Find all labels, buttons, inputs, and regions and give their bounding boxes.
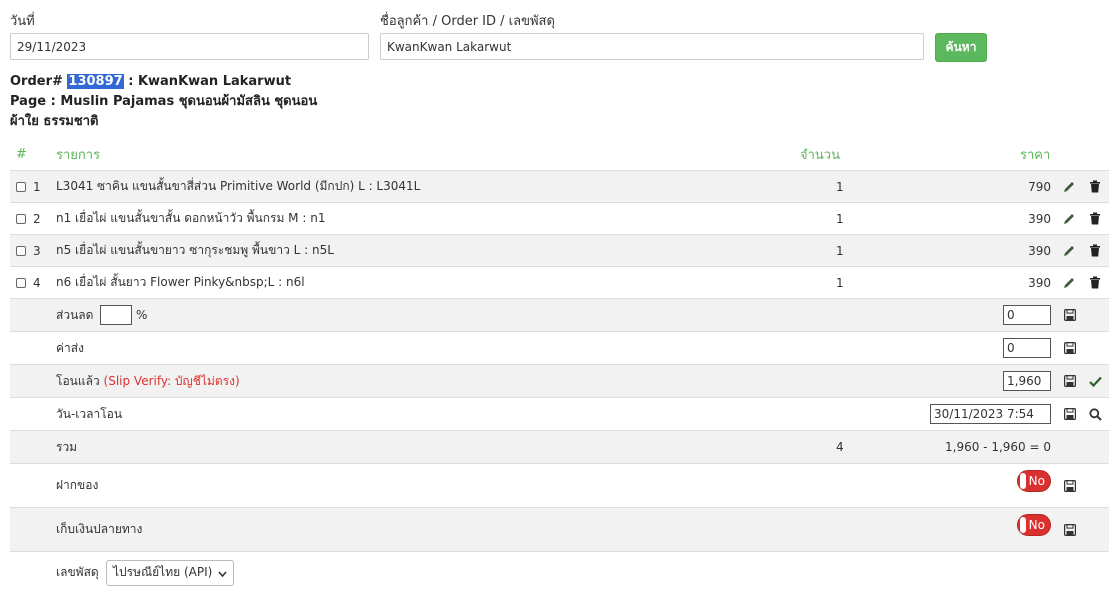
save-icon[interactable] <box>1063 308 1077 322</box>
header-price: ราคา <box>1020 147 1051 163</box>
cod-toggle[interactable]: No <box>1017 514 1051 536</box>
trash-icon[interactable] <box>1088 212 1102 226</box>
slip-verify-note: (Slip Verify: บัญชีไม่ตรง) <box>103 373 240 388</box>
paid-input[interactable]: 1,960 <box>1003 371 1051 391</box>
table-row: 2 n1 เยื่อไผ่ แขนสั้นขาสั้น ดอกหน้าวัว พ… <box>10 202 1109 234</box>
order-prefix: Order# <box>10 74 68 89</box>
transfer-time-label: วัน-เวลาโอน <box>56 406 123 421</box>
row-num: 4 <box>33 275 41 290</box>
header-qty: จำนวน <box>800 147 840 163</box>
total-row: รวม 4 1,960 - 1,960 = 0 <box>10 430 1109 463</box>
row-checkbox[interactable] <box>16 181 26 192</box>
pencil-icon[interactable] <box>1062 244 1076 258</box>
deposit-label: ฝากของ <box>56 478 99 492</box>
discount-input[interactable]: 0 <box>1003 305 1051 325</box>
discount-percent-input[interactable] <box>100 305 132 325</box>
paid-row: โอนแล้ว (Slip Verify: บัญชีไม่ตรง) 1,960 <box>10 364 1109 397</box>
save-icon[interactable] <box>1063 374 1077 388</box>
save-icon[interactable] <box>1063 407 1077 421</box>
row-checkbox[interactable] <box>16 277 26 288</box>
row-item-name: n5 เยื่อไผ่ แขนสั้นขายาว ซากุระชมพู พื้น… <box>56 243 334 257</box>
shipping-label: ค่าส่ง <box>56 340 84 355</box>
save-icon[interactable] <box>1063 523 1077 537</box>
header-item: รายการ <box>56 147 101 163</box>
cod-row: เก็บเงินปลายทาง No <box>10 507 1109 551</box>
header-num: # <box>16 146 27 162</box>
check-icon[interactable] <box>1088 374 1102 388</box>
trash-icon[interactable] <box>1088 244 1102 258</box>
row-num: 2 <box>33 211 41 226</box>
date-label: วันที่ <box>10 14 35 29</box>
table-row: 3 n5 เยื่อไผ่ แขนสั้นขายาว ซากุระชมพู พื… <box>10 234 1109 266</box>
discount-row: ส่วนลด % 0 <box>10 298 1109 331</box>
search-button[interactable]: ค้นหา <box>935 33 987 62</box>
row-qty: 1 <box>836 179 844 194</box>
deposit-row: ฝากของ No <box>10 463 1109 507</box>
row-qty: 1 <box>836 275 844 290</box>
row-checkbox[interactable] <box>16 213 26 224</box>
pencil-icon[interactable] <box>1062 276 1076 290</box>
shipping-row: ค่าส่ง 0 <box>10 331 1109 364</box>
search-icon[interactable] <box>1088 407 1102 421</box>
paid-label: โอนแล้ว (Slip Verify: บัญชีไม่ตรง) <box>56 365 240 397</box>
row-num: 3 <box>33 243 41 258</box>
paid-label-text: โอนแล้ว <box>56 373 100 388</box>
order-info: Order# 130897 : KwanKwan Lakarwut Page :… <box>10 72 330 132</box>
cod-label: เก็บเงินปลายทาง <box>56 522 143 536</box>
order-id: 130897 <box>67 74 124 89</box>
row-checkbox[interactable] <box>16 245 26 256</box>
trash-icon[interactable] <box>1088 180 1102 194</box>
save-icon[interactable] <box>1063 479 1077 493</box>
order-items-table: # รายการ จำนวน ราคา 1 L3041 ซาคิน แขนสั้… <box>10 138 1109 593</box>
transfer-time-input[interactable]: 30/11/2023 7:54 <box>930 404 1051 424</box>
carrier-select-value: ไปรษณีย์ไทย (API) <box>113 565 213 579</box>
row-item-name: n6 เยื่อไผ่ สั้นยาว Flower Pinky&nbsp;L … <box>56 275 305 289</box>
chevron-down-icon <box>218 566 227 580</box>
date-input[interactable]: 29/11/2023 <box>10 33 369 60</box>
row-qty: 1 <box>836 211 844 226</box>
tracking-label: เลขพัสดุ <box>56 565 99 579</box>
discount-label: ส่วนลด <box>56 307 94 322</box>
trash-icon[interactable] <box>1088 276 1102 290</box>
order-page: Page : Muslin Pajamas ชุดนอนผ้ามัสลิน ชุ… <box>10 94 318 129</box>
row-price: 390 <box>1028 275 1051 290</box>
table-header: # รายการ จำนวน ราคา <box>10 138 1109 170</box>
row-price: 390 <box>1028 243 1051 258</box>
carrier-select[interactable]: ไปรษณีย์ไทย (API) <box>106 559 235 586</box>
total-value: 1,960 - 1,960 = 0 <box>945 440 1051 454</box>
pencil-icon[interactable] <box>1062 180 1076 194</box>
total-qty: 4 <box>836 440 844 454</box>
row-num: 1 <box>33 179 41 194</box>
row-price: 790 <box>1028 179 1051 194</box>
total-label: รวม <box>56 439 78 454</box>
table-row: 4 n6 เยื่อไผ่ สั้นยาว Flower Pinky&nbsp;… <box>10 266 1109 298</box>
transfer-time-row: วัน-เวลาโอน 30/11/2023 7:54 <box>10 397 1109 430</box>
order-customer: : KwanKwan Lakarwut <box>123 74 292 89</box>
deposit-toggle[interactable]: No <box>1017 470 1051 492</box>
percent-sign: % <box>136 308 148 322</box>
customer-label: ชื่อลูกค้า / Order ID / เลขพัสดุ <box>380 14 555 29</box>
customer-search-input[interactable]: KwanKwan Lakarwut <box>380 33 924 60</box>
row-item-name: L3041 ซาคิน แขนสั้นขาสี่ส่วน Primitive W… <box>56 179 421 193</box>
tracking-row: เลขพัสดุ ไปรษณีย์ไทย (API) <box>10 551 1109 593</box>
row-qty: 1 <box>836 243 844 258</box>
save-icon[interactable] <box>1063 341 1077 355</box>
row-price: 390 <box>1028 211 1051 226</box>
pencil-icon[interactable] <box>1062 212 1076 226</box>
row-item-name: n1 เยื่อไผ่ แขนสั้นขาสั้น ดอกหน้าวัว พื้… <box>56 211 326 225</box>
table-row: 1 L3041 ซาคิน แขนสั้นขาสี่ส่วน Primitive… <box>10 170 1109 202</box>
shipping-input[interactable]: 0 <box>1003 338 1051 358</box>
